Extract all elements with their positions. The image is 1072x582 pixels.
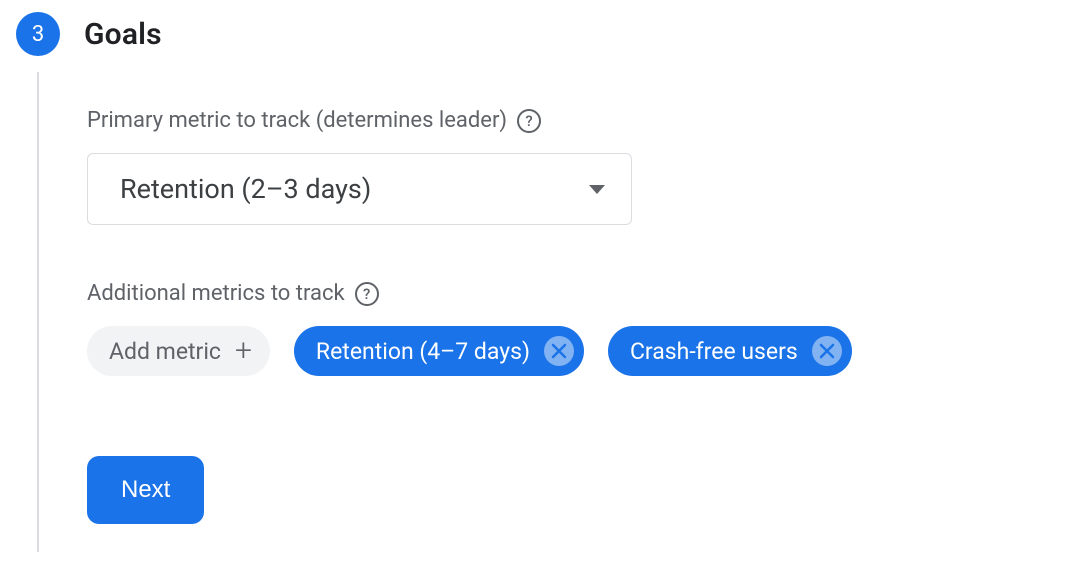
additional-metrics-chips: Add metric + Retention (4–7 days) Crash-…	[87, 326, 907, 376]
chevron-down-icon	[589, 185, 605, 194]
add-metric-chip[interactable]: Add metric +	[87, 326, 270, 376]
primary-metric-selected-value: Retention (2–3 days)	[120, 173, 371, 205]
add-metric-label: Add metric	[109, 338, 221, 365]
step-connector-line	[37, 72, 39, 552]
metric-chip-label: Retention (4–7 days)	[316, 338, 530, 365]
help-icon[interactable]: ?	[355, 282, 379, 306]
metric-chip-label: Crash-free users	[630, 338, 798, 365]
plus-icon: +	[235, 336, 252, 366]
metric-chip[interactable]: Retention (4–7 days)	[294, 326, 584, 376]
step-title: Goals	[84, 17, 162, 52]
additional-metrics-label: Additional metrics to track ?	[87, 281, 907, 306]
metric-chip[interactable]: Crash-free users	[608, 326, 852, 376]
next-button[interactable]: Next	[87, 456, 204, 524]
step-content: Primary metric to track (determines lead…	[87, 64, 907, 552]
additional-metrics-label-text: Additional metrics to track	[87, 281, 345, 306]
remove-metric-button[interactable]	[812, 336, 842, 366]
help-icon[interactable]: ?	[517, 109, 541, 133]
close-icon	[551, 343, 567, 359]
remove-metric-button[interactable]	[544, 336, 574, 366]
step-number-badge: 3	[16, 12, 60, 56]
primary-metric-label-text: Primary metric to track (determines lead…	[87, 108, 507, 133]
step-header: 3 Goals	[16, 12, 1072, 56]
primary-metric-label: Primary metric to track (determines lead…	[87, 108, 907, 133]
close-icon	[819, 343, 835, 359]
primary-metric-select[interactable]: Retention (2–3 days)	[87, 153, 632, 225]
